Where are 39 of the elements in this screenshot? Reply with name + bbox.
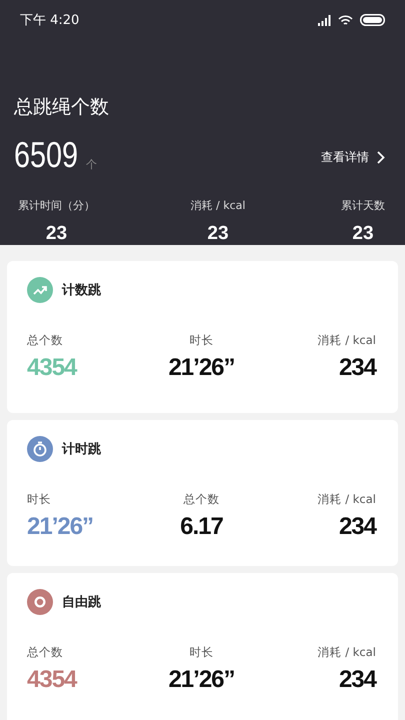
card-title: 计数跳 xyxy=(62,282,101,299)
stat-value: 4354 xyxy=(27,666,76,694)
stat-value: 21’26” xyxy=(27,513,94,541)
stat-value: 23 xyxy=(207,223,229,245)
stat-label: 时长 xyxy=(27,492,51,507)
stat-value: 21’26” xyxy=(168,666,235,694)
stat-label: 总个数 xyxy=(27,333,63,348)
stat-label: 累计天数 xyxy=(340,198,385,213)
total-count: 6509 xyxy=(14,134,78,176)
stat-value: 23 xyxy=(46,223,68,245)
stat-label: 总个数 xyxy=(183,492,220,507)
stat-label: 消耗 / kcal xyxy=(318,645,376,660)
stat-label: 总个数 xyxy=(27,645,63,660)
stat-value: 234 xyxy=(338,666,376,694)
stat-value: 234 xyxy=(338,513,376,541)
stat-value: 23 xyxy=(352,223,374,245)
page-title: 总跳绳个数 xyxy=(14,95,110,120)
stat-value: 6.17 xyxy=(180,513,223,541)
stat-label: 消耗 / kcal xyxy=(318,333,376,348)
stat-value: 21’26” xyxy=(168,354,235,382)
unit-label: 个 xyxy=(86,157,98,172)
stat-label: 时长 xyxy=(189,333,214,348)
stat-value: 234 xyxy=(338,354,376,382)
stat-value: 4354 xyxy=(27,354,76,382)
mode-card[interactable]: 自由跳 总个数 4354 时长 21’26” 消耗 / kcal 234 xyxy=(7,573,398,720)
details-link[interactable]: 查看详情 xyxy=(321,149,385,166)
mode-card[interactable]: 计数跳 总个数 4354 时长 21’26” 消耗 / kcal 234 xyxy=(7,261,398,413)
battery-icon xyxy=(360,14,385,26)
wifi-icon xyxy=(338,14,353,26)
stat-label: 累计时间（分） xyxy=(18,198,95,213)
card-title: 自由跳 xyxy=(62,594,101,611)
stat-label: 消耗 / kcal xyxy=(318,492,376,507)
card-title: 计时跳 xyxy=(62,441,101,458)
stat-label: 消耗 / kcal xyxy=(190,198,246,213)
stat-label: 时长 xyxy=(189,645,214,660)
status-time: 下午 4:20 xyxy=(20,12,80,29)
chevron-right-icon xyxy=(377,151,385,164)
signal-icon xyxy=(318,14,331,26)
mode-card[interactable]: 计时跳 时长 21’26” 总个数 6.17 消耗 / kcal 234 xyxy=(7,420,398,566)
